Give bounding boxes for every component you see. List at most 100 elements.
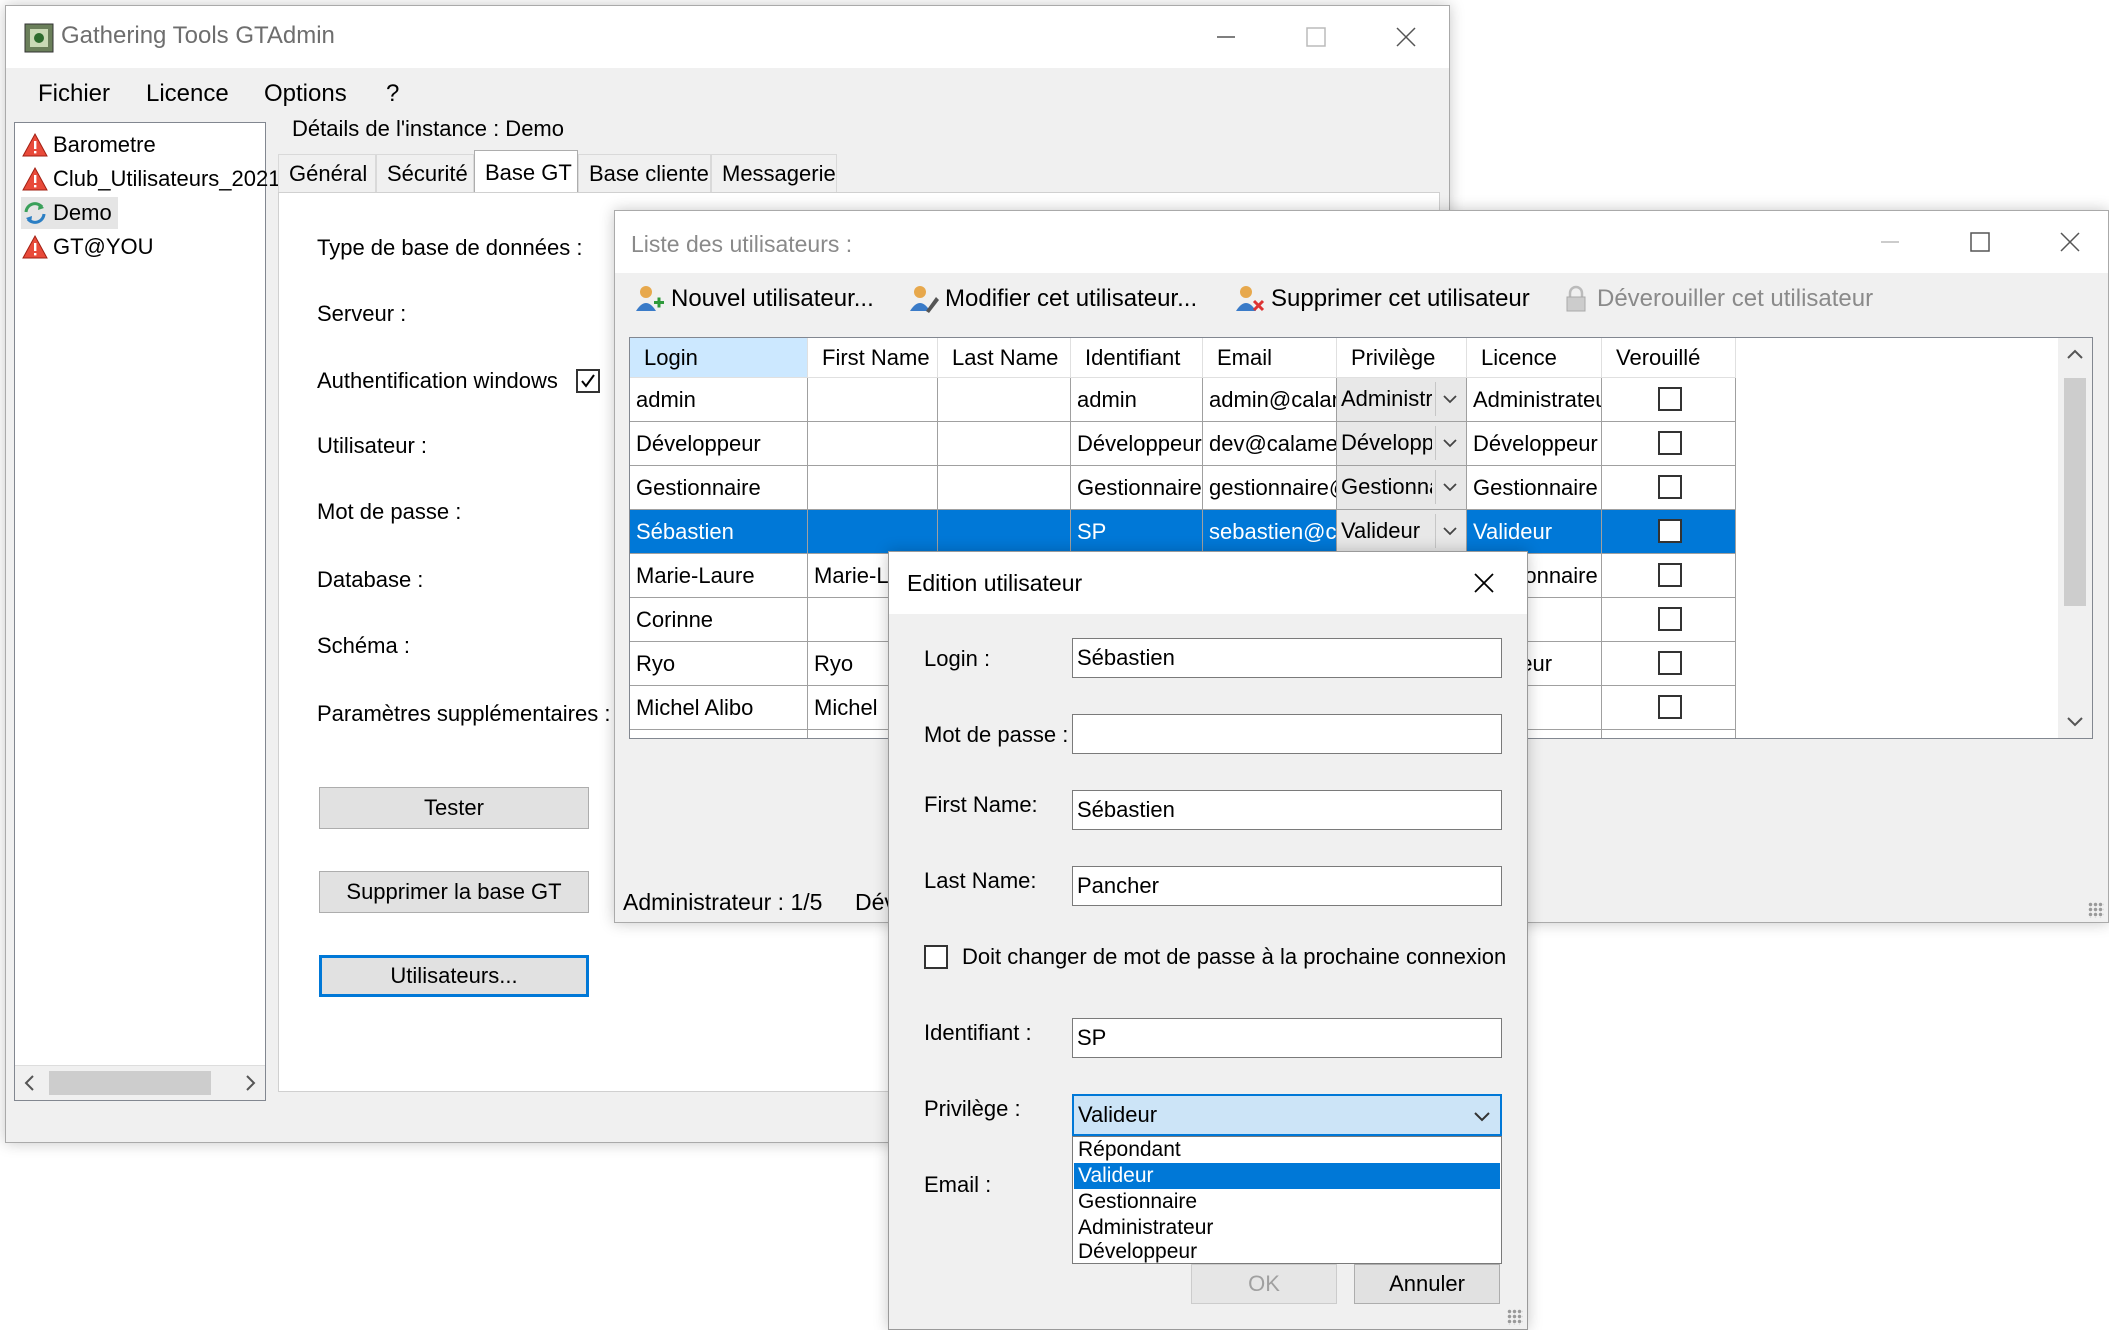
maximize-button[interactable]	[1271, 6, 1361, 68]
column-header-first-name[interactable]: First Name	[808, 338, 938, 378]
menu-help[interactable]: ?	[386, 72, 399, 116]
cell-licence[interactable]: Développeur	[1467, 422, 1602, 466]
scroll-left-icon[interactable]	[19, 1072, 41, 1094]
identifiant-field[interactable]: SP	[1072, 1018, 1502, 1058]
cell-id[interactable]: Développeur	[1071, 422, 1203, 466]
cell-login[interactable]: Michel Alibo	[630, 686, 808, 730]
tree-horizontal-scrollbar[interactable]	[15, 1065, 265, 1100]
tree-item-gtyou[interactable]: GT@YOU	[21, 231, 154, 263]
privilege-option-gestionnaire[interactable]: Gestionnaire	[1074, 1189, 1500, 1215]
column-header-last-name[interactable]: Last Name	[938, 338, 1071, 378]
resize-grip[interactable]	[2088, 902, 2104, 918]
column-header-identifiant[interactable]: Identifiant	[1071, 338, 1203, 378]
unlock-user-button[interactable]: Déverouiller cet utilisateur	[1559, 277, 1873, 321]
grid-vertical-scrollbar[interactable]	[2058, 338, 2092, 738]
cell-login[interactable]: Eric Nowak	[630, 730, 808, 738]
cancel-button[interactable]: Annuler	[1354, 1264, 1500, 1304]
windows-auth-checkbox[interactable]	[576, 369, 600, 393]
column-header-licence[interactable]: Licence	[1467, 338, 1602, 378]
edit-dialog-title-bar[interactable]: Edition utilisateur	[889, 552, 1527, 614]
cell-login[interactable]: Développeur	[630, 422, 808, 466]
tree-item-club-utilisateurs[interactable]: Club_Utilisateurs_2021	[21, 163, 280, 195]
cell-first[interactable]	[808, 378, 938, 422]
locked-checkbox[interactable]	[1658, 695, 1682, 719]
cell-id[interactable]: admin	[1071, 378, 1203, 422]
privilege-option-administrateur[interactable]: Administrateur	[1074, 1215, 1500, 1241]
cell-privilege-combo[interactable]: Valideur	[1337, 510, 1467, 554]
locked-checkbox[interactable]	[1658, 475, 1682, 499]
cell-privilege-combo[interactable]: Développeur	[1337, 422, 1467, 466]
users-title-bar[interactable]: Liste des utilisateurs :	[615, 211, 2108, 273]
first-name-field[interactable]: Sébastien	[1072, 790, 1502, 830]
cell-id[interactable]: Gestionnaire	[1071, 466, 1203, 510]
edit-dialog-close-button[interactable]	[1439, 552, 1529, 614]
resize-grip[interactable]	[1507, 1309, 1523, 1325]
privilege-select[interactable]: Valideur	[1072, 1094, 1502, 1136]
chevron-down-icon[interactable]	[1435, 470, 1464, 504]
locked-checkbox[interactable]	[1658, 651, 1682, 675]
cell-email[interactable]: admin@calame.fr	[1203, 378, 1337, 422]
must-change-password-checkbox[interactable]	[924, 945, 948, 969]
column-header-email[interactable]: Email	[1203, 338, 1337, 378]
new-user-button[interactable]: Nouvel utilisateur...	[633, 277, 874, 321]
tab-base-gt[interactable]: Base GT	[474, 150, 578, 194]
cell-first[interactable]	[808, 466, 938, 510]
cell-privilege-combo[interactable]: Administrat...	[1337, 378, 1467, 422]
password-field[interactable]	[1072, 714, 1502, 754]
tab-securite[interactable]: Sécurité	[376, 154, 474, 192]
cell-privilege-combo[interactable]: Gestionnaire	[1337, 466, 1467, 510]
locked-checkbox[interactable]	[1658, 431, 1682, 455]
users-button[interactable]: Utilisateurs...	[319, 955, 589, 997]
locked-checkbox[interactable]	[1658, 519, 1682, 543]
cell-login[interactable]: Corinne	[630, 598, 808, 642]
locked-checkbox[interactable]	[1658, 563, 1682, 587]
menu-options[interactable]: Options	[264, 72, 347, 116]
test-button[interactable]: Tester	[319, 787, 589, 829]
ok-button[interactable]: OK	[1191, 1264, 1337, 1304]
menu-fichier[interactable]: Fichier	[38, 72, 110, 116]
chevron-down-icon[interactable]	[1435, 514, 1464, 548]
privilege-option-repondant[interactable]: Répondant	[1074, 1137, 1500, 1163]
cell-login[interactable]: admin	[630, 378, 808, 422]
menu-licence[interactable]: Licence	[146, 72, 229, 116]
scroll-thumb[interactable]	[49, 1071, 211, 1095]
cell-email[interactable]: sebastien@cal...	[1203, 510, 1337, 554]
cell-first[interactable]	[808, 422, 938, 466]
cell-licence[interactable]: Valideur	[1467, 510, 1602, 554]
scroll-down-icon[interactable]	[2064, 710, 2086, 732]
tab-messagerie[interactable]: Messagerie	[711, 154, 837, 192]
locked-checkbox[interactable]	[1658, 607, 1682, 631]
scroll-right-icon[interactable]	[239, 1072, 261, 1094]
chevron-down-icon[interactable]	[1435, 382, 1464, 416]
edit-user-button[interactable]: Modifier cet utilisateur...	[907, 277, 1197, 321]
instance-tree[interactable]: Barometre Club_Utilisateurs_2021 Demo GT…	[14, 122, 280, 1101]
privilege-option-valideur[interactable]: Valideur	[1074, 1163, 1500, 1189]
column-header-login[interactable]: Login	[630, 338, 808, 378]
cell-last[interactable]	[938, 510, 1071, 554]
tree-item-barometre[interactable]: Barometre	[21, 129, 156, 161]
users-close-button[interactable]	[2025, 211, 2109, 273]
scroll-thumb[interactable]	[2064, 378, 2086, 606]
cell-last[interactable]	[938, 422, 1071, 466]
users-maximize-button[interactable]	[1935, 211, 2025, 273]
tree-item-demo[interactable]: Demo	[21, 197, 118, 229]
tab-general[interactable]: Général	[278, 154, 376, 192]
cell-last[interactable]	[938, 466, 1071, 510]
cell-licence[interactable]: Gestionnaire	[1467, 466, 1602, 510]
cell-login[interactable]: Ryo	[630, 642, 808, 686]
column-header-privilege[interactable]: Privilège	[1337, 338, 1467, 378]
main-title-bar[interactable]: Gathering Tools GTAdmin	[6, 6, 1449, 68]
chevron-down-icon[interactable]	[1435, 426, 1464, 460]
cell-email[interactable]: dev@calame.fr	[1203, 422, 1337, 466]
cell-login[interactable]: Marie-Laure	[630, 554, 808, 598]
cell-last[interactable]	[938, 378, 1071, 422]
last-name-field[interactable]: Pancher	[1072, 866, 1502, 906]
locked-checkbox[interactable]	[1658, 387, 1682, 411]
cell-login[interactable]: Gestionnaire	[630, 466, 808, 510]
users-minimize-button[interactable]	[1845, 211, 1935, 273]
cell-licence[interactable]: Administrateur	[1467, 378, 1602, 422]
scroll-up-icon[interactable]	[2064, 344, 2086, 366]
close-button[interactable]	[1361, 6, 1451, 68]
column-header-verouille[interactable]: Verouillé	[1602, 338, 1736, 378]
privilege-option-developpeur[interactable]: Développeur	[1074, 1239, 1500, 1265]
